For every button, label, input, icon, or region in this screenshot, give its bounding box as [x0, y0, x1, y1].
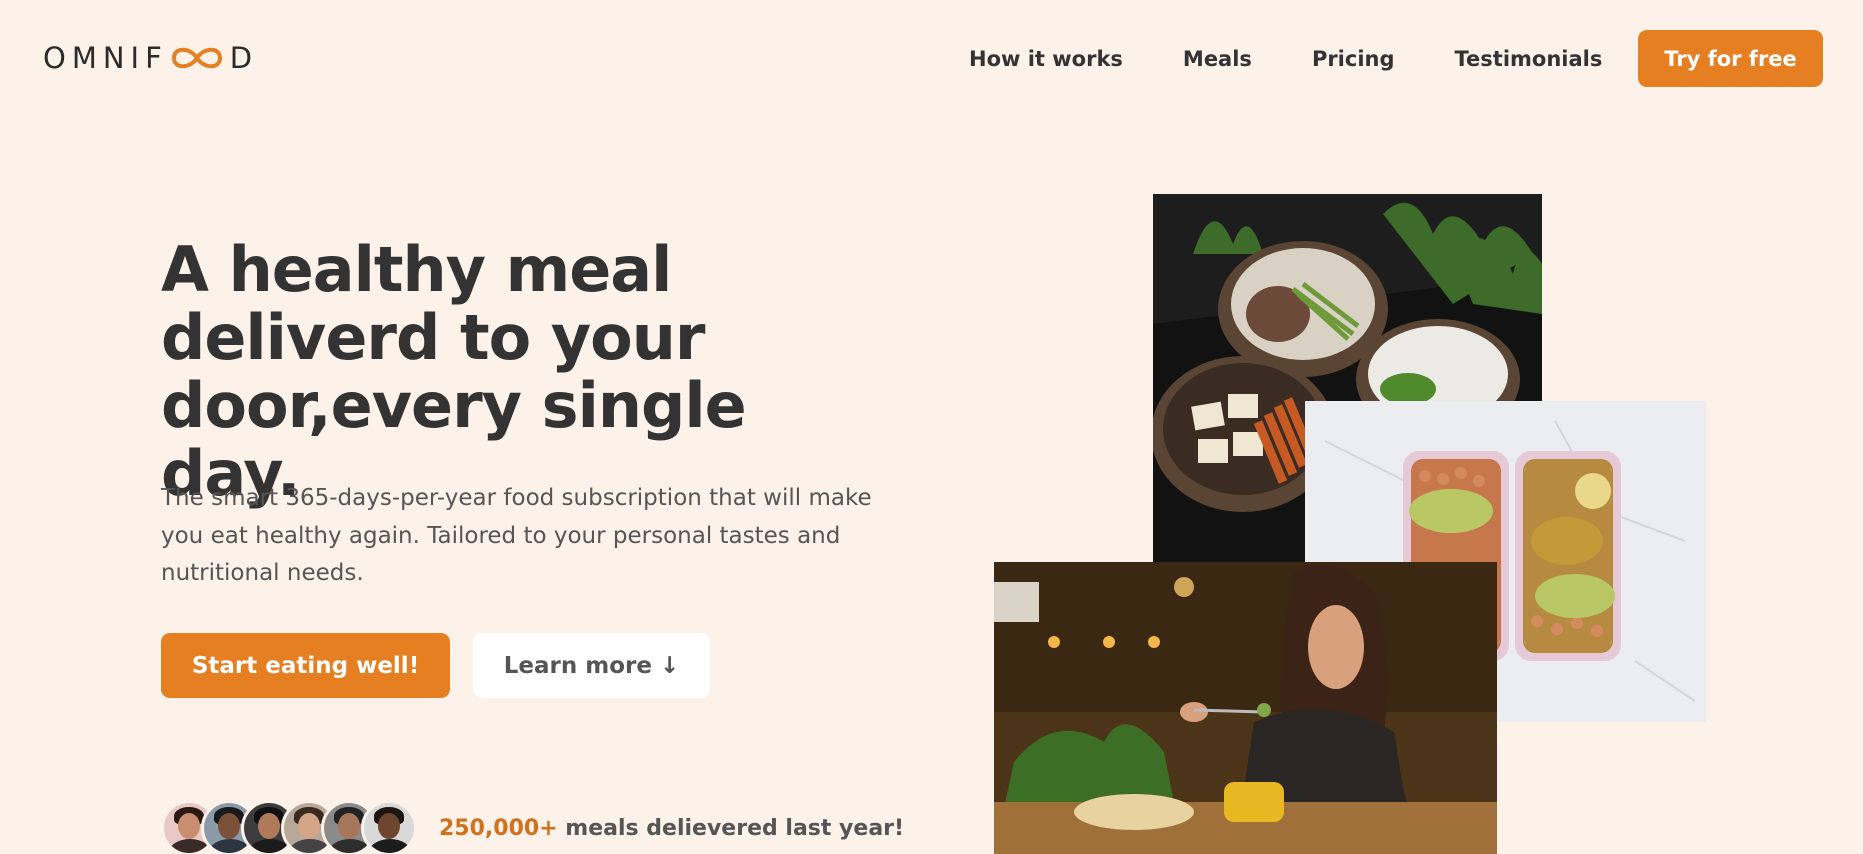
logo-text-left: OMNIF	[43, 41, 168, 75]
nav-testimonials[interactable]: Testimonials	[1455, 47, 1603, 71]
infinity-logo-icon	[171, 47, 222, 69]
delivered-text: 250,000+ meals delievered last year!	[439, 816, 904, 841]
nav-meals[interactable]: Meals	[1183, 47, 1252, 71]
delivered-meals: 250,000+ meals delievered last year!	[161, 798, 904, 854]
delivered-caption: meals delievered last year!	[557, 815, 905, 841]
nav-how-it-works[interactable]: How it works	[969, 47, 1123, 71]
logo[interactable]: OMNIF D	[43, 40, 258, 76]
delivered-number: 250,000+	[439, 815, 558, 841]
logo-text-right: D	[229, 41, 259, 75]
try-for-free-button[interactable]: Try for free	[1638, 30, 1823, 87]
woman-eating-illustration	[994, 562, 1497, 854]
customer-avatar	[361, 800, 417, 854]
hero-description: The smart 365-days-per-year food subscri…	[161, 485, 872, 586]
start-eating-well-button[interactable]: Start eating well!	[161, 633, 450, 698]
header: OMNIF D How it works Meals Pricing Testi…	[0, 0, 1863, 118]
hero-title-line-1: A healthy meal	[161, 233, 672, 306]
learn-more-button[interactable]: Learn more ↓	[473, 633, 710, 698]
woman-eating-image	[994, 562, 1497, 854]
main-nav: How it works Meals Pricing Testimonials	[969, 30, 1662, 88]
nav-pricing[interactable]: Pricing	[1312, 47, 1395, 71]
hero-title: A healthy meal deliverd to your door,eve…	[161, 236, 881, 508]
hero-title-line-2: deliverd to your	[161, 301, 705, 374]
